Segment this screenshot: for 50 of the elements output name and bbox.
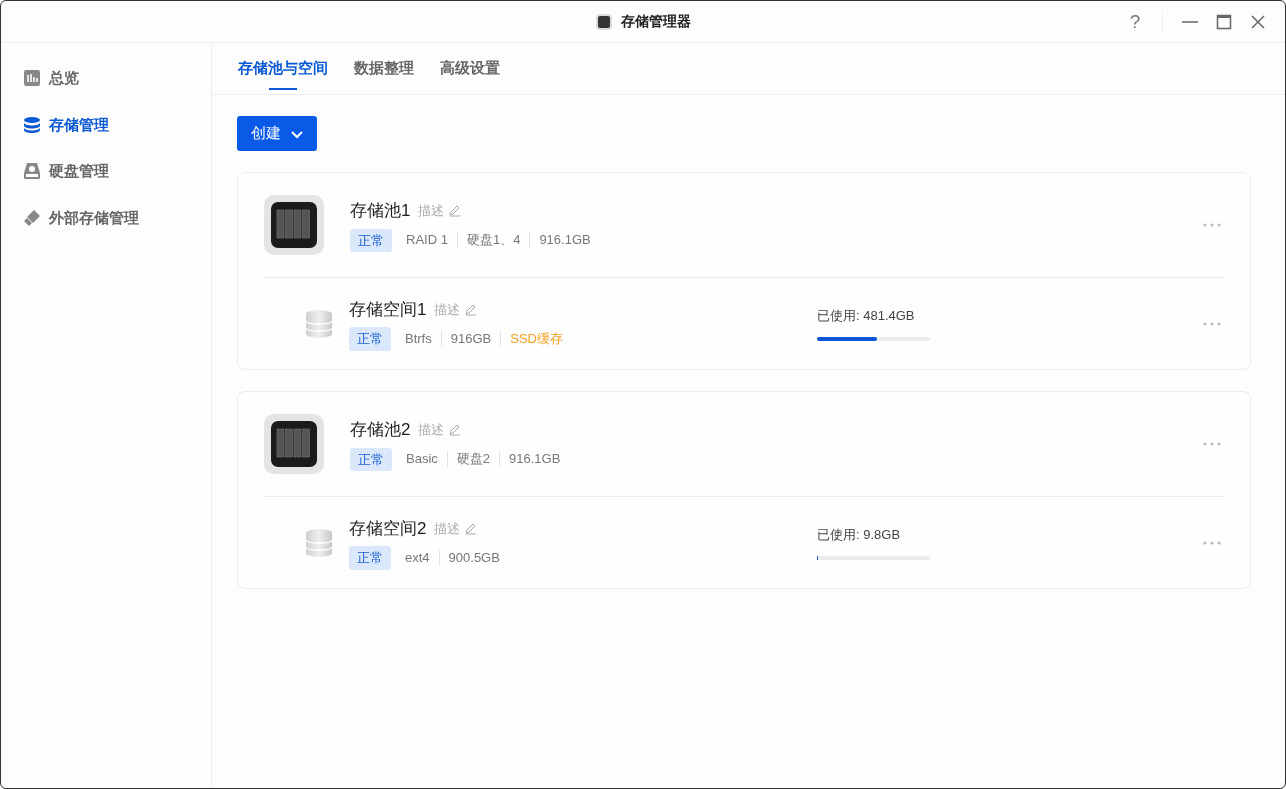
- nas-device-icon: [264, 414, 324, 474]
- meta-text: ext4: [405, 549, 431, 566]
- app-icon: [595, 12, 613, 31]
- meta-text: 916GB: [440, 330, 501, 347]
- item-name: 存储池1: [350, 200, 411, 222]
- pencil-icon: [464, 302, 478, 316]
- cylinder-icon: [304, 308, 334, 339]
- more-icon: [1202, 441, 1222, 447]
- meta-text: 916.1GB: [529, 232, 600, 249]
- more-icon: [1202, 539, 1222, 546]
- pencil-icon: [448, 204, 462, 218]
- meta-text: 硬盘1、4: [456, 232, 530, 249]
- minimize-icon: [1182, 21, 1198, 23]
- meta-text: Basic: [406, 451, 439, 468]
- item-name: 存储空间1: [349, 298, 427, 321]
- tab[interactable]: 数据整理: [354, 43, 414, 94]
- usage-text: 已使用: 9.8GB: [817, 525, 902, 544]
- cylinder-icon: [304, 527, 334, 558]
- more-icon: [1202, 222, 1222, 228]
- meta-text: 硬盘2: [446, 451, 500, 468]
- pencil-icon: [464, 521, 478, 535]
- nas-device-icon: [264, 195, 324, 255]
- window-title: 存储管理器: [621, 12, 691, 31]
- bar-chart-icon: [23, 69, 41, 88]
- meta-text: RAID 1: [406, 232, 449, 249]
- sidebar-item[interactable]: 存储管理: [1, 101, 211, 148]
- status-tag: 正常: [349, 327, 391, 351]
- help-button[interactable]: ?: [1122, 9, 1148, 35]
- item-name: 存储池2: [350, 419, 411, 441]
- create-button[interactable]: 创建: [237, 116, 317, 151]
- meta-text: SSD缓存: [500, 330, 572, 347]
- pencil-icon: [448, 423, 462, 437]
- status-tag: 正常: [350, 447, 392, 471]
- more-icon: [1202, 320, 1222, 327]
- meta-text: 916.1GB: [499, 451, 570, 468]
- tab[interactable]: 存储池与空间: [238, 43, 328, 94]
- tab[interactable]: 高级设置: [440, 43, 500, 94]
- meta-text: Btrfs: [405, 330, 433, 347]
- meta-text: 900.5GB: [438, 549, 509, 566]
- usb-drive-icon: [23, 208, 41, 227]
- maximize-icon: [1215, 13, 1233, 31]
- status-tag: 正常: [349, 546, 391, 570]
- sidebar-item[interactable]: 硬盘管理: [1, 148, 211, 195]
- item-name: 存储空间2: [349, 517, 427, 540]
- database-icon: [23, 115, 41, 134]
- status-tag: 正常: [350, 228, 392, 252]
- usage-text: 已使用: 481.4GB: [817, 306, 916, 325]
- sidebar-item[interactable]: 外部存储管理: [1, 194, 211, 241]
- close-icon: [1249, 13, 1267, 31]
- sidebar-item[interactable]: 总览: [1, 55, 211, 102]
